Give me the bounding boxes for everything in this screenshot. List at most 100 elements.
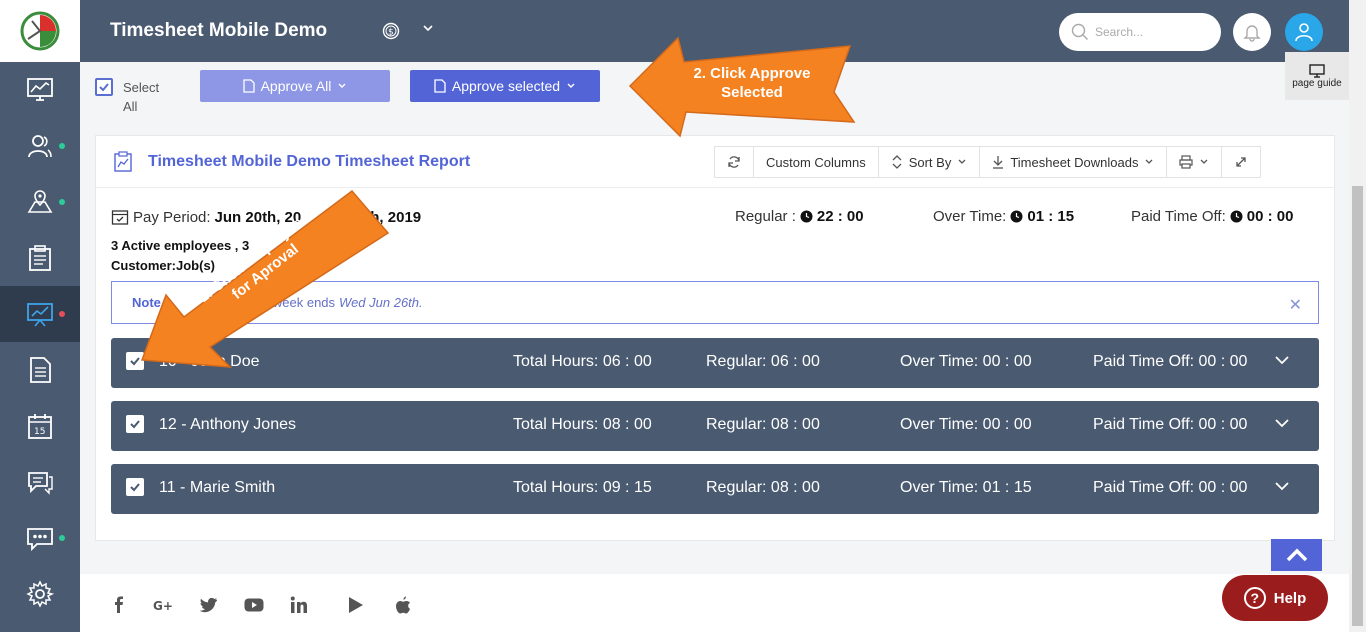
apple-icon[interactable]: [392, 594, 414, 616]
select-all[interactable]: Select All: [95, 78, 173, 116]
timesheet-downloads-label: Timesheet Downloads: [1010, 154, 1139, 170]
page-guide-button[interactable]: page guide: [1285, 52, 1349, 100]
vertical-scrollbar[interactable]: [1349, 0, 1366, 632]
linkedin-icon[interactable]: [288, 594, 310, 616]
employee-total-hours: Total Hours: 06 : 00: [513, 353, 652, 370]
google-plus-icon[interactable]: G+: [153, 594, 175, 616]
app-logo[interactable]: [0, 0, 80, 62]
check-icon: [99, 83, 109, 92]
document-icon: [30, 357, 51, 383]
currency-selector[interactable]: $: [382, 22, 400, 43]
refresh-icon: [728, 156, 740, 168]
sidebar-item-chat[interactable]: [0, 510, 80, 566]
chevron-down-icon[interactable]: [1274, 415, 1290, 431]
expand-button[interactable]: [1222, 147, 1261, 177]
pto-label: Paid Time Off:: [1131, 208, 1226, 225]
check-icon: [130, 483, 140, 492]
regular-value: 22 : 00: [816, 208, 864, 225]
chevron-down-icon: [1201, 159, 1208, 164]
employee-row[interactable]: 12 - Anthony Jones Total Hours: 08 : 00 …: [111, 401, 1319, 451]
scroll-to-top-button[interactable]: [1271, 539, 1322, 571]
employee-regular: Regular: 08 : 00: [706, 416, 820, 433]
employee-regular: Regular: 06 : 00: [706, 353, 820, 370]
employee-overtime: Over Time: 00 : 00: [900, 353, 1032, 370]
report-toolbar: Custom Columns Sort By Timesheet Downloa…: [714, 146, 1262, 178]
callout-step2-line2: Selected: [721, 84, 783, 101]
report-icon: [114, 151, 132, 172]
pto-total: Paid Time Off: 00 : 00: [1131, 208, 1293, 225]
notifications-button[interactable]: [1233, 13, 1271, 51]
approve-selected-button[interactable]: Approve selected: [410, 70, 600, 102]
clipboard-icon: [29, 245, 51, 271]
help-label: Help: [1273, 589, 1307, 607]
help-button[interactable]: ? Help: [1222, 575, 1328, 621]
chevron-down-icon[interactable]: [422, 22, 434, 37]
facebook-icon[interactable]: [108, 594, 130, 616]
report-header: Timesheet Mobile Demo Timesheet Report C…: [96, 136, 1334, 188]
sort-by-button[interactable]: Sort By: [878, 147, 981, 177]
status-dot: [59, 143, 65, 149]
bell-icon: [1243, 25, 1261, 42]
chevron-down-icon: [338, 83, 346, 88]
employee-checkbox[interactable]: [126, 415, 144, 433]
overtime-label: Over Time:: [933, 208, 1007, 225]
select-all-checkbox[interactable]: [95, 78, 113, 96]
employee-total-hours: Total Hours: 09 : 15: [513, 479, 652, 496]
presentation-chart-icon: [27, 303, 53, 327]
employee-checkbox[interactable]: [126, 478, 144, 496]
chevron-up-icon: [1286, 548, 1307, 562]
chevron-down-icon[interactable]: [1274, 478, 1290, 494]
user-avatar[interactable]: [1285, 13, 1323, 51]
employee-row[interactable]: 11 - Marie Smith Total Hours: 09 : 15 Re…: [111, 464, 1319, 514]
chat-icon: [28, 472, 53, 495]
approve-selected-label: Approve selected: [451, 78, 561, 94]
callout-step2-line1: 2. Click Approve: [693, 65, 811, 82]
currency-icon: $: [382, 22, 400, 40]
status-dot: [59, 311, 65, 317]
custom-columns-label: Custom Columns: [766, 154, 866, 170]
employee-name: 11 - Marie Smith: [159, 479, 276, 496]
map-pin-icon: [27, 190, 53, 213]
svg-text:G+: G+: [153, 599, 173, 612]
chart-monitor-icon: [27, 78, 53, 101]
custom-columns-button[interactable]: Custom Columns: [754, 147, 879, 177]
sidebar-item-dashboard[interactable]: [0, 62, 80, 118]
chevron-down-icon: [1146, 159, 1153, 164]
twitter-icon[interactable]: [198, 594, 220, 616]
overtime-total: Over Time: 01 : 15: [933, 208, 1074, 225]
sidebar-item-locations[interactable]: [0, 174, 80, 230]
monitor-icon: [1309, 63, 1325, 78]
status-dot: [59, 199, 65, 205]
expand-icon: [1236, 157, 1247, 167]
document-icon: [434, 79, 446, 93]
chevron-down-icon[interactable]: [1274, 352, 1290, 368]
sidebar-item-clipboard[interactable]: [0, 230, 80, 286]
sidebar-item-calendar[interactable]: 15: [0, 398, 80, 454]
scrollbar-thumb[interactable]: [1352, 186, 1363, 626]
employee-overtime: Over Time: 01 : 15: [900, 479, 1032, 496]
user-icon: [1295, 23, 1313, 42]
chevron-down-icon: [567, 83, 575, 88]
sidebar-item-users[interactable]: [0, 118, 80, 174]
sidebar-item-messages[interactable]: [0, 454, 80, 510]
regular-label: Regular :: [735, 208, 796, 225]
refresh-button[interactable]: [715, 147, 754, 177]
status-dot: [59, 535, 65, 541]
google-play-icon[interactable]: [345, 594, 367, 616]
sidebar-item-reports[interactable]: [0, 286, 80, 342]
approve-all-label: Approve All: [260, 78, 332, 94]
callout-arrow-step1: [140, 189, 390, 368]
print-button[interactable]: [1167, 147, 1223, 177]
youtube-icon[interactable]: [243, 594, 265, 616]
timesheet-downloads-button[interactable]: Timesheet Downloads: [980, 147, 1168, 177]
approve-all-button[interactable]: Approve All: [200, 70, 390, 102]
message-dots-icon: [27, 528, 53, 552]
sidebar-item-settings[interactable]: [0, 566, 80, 622]
gear-icon: [26, 580, 55, 608]
close-icon[interactable]: ✕: [1289, 295, 1302, 315]
callout-step1: 1. Click Employees for Aproval: [120, 185, 410, 395]
select-all-label: Select All: [123, 80, 160, 114]
chevron-down-icon: [958, 159, 966, 164]
sidebar-item-documents[interactable]: [0, 342, 80, 398]
search-input[interactable]: [1095, 25, 1210, 39]
